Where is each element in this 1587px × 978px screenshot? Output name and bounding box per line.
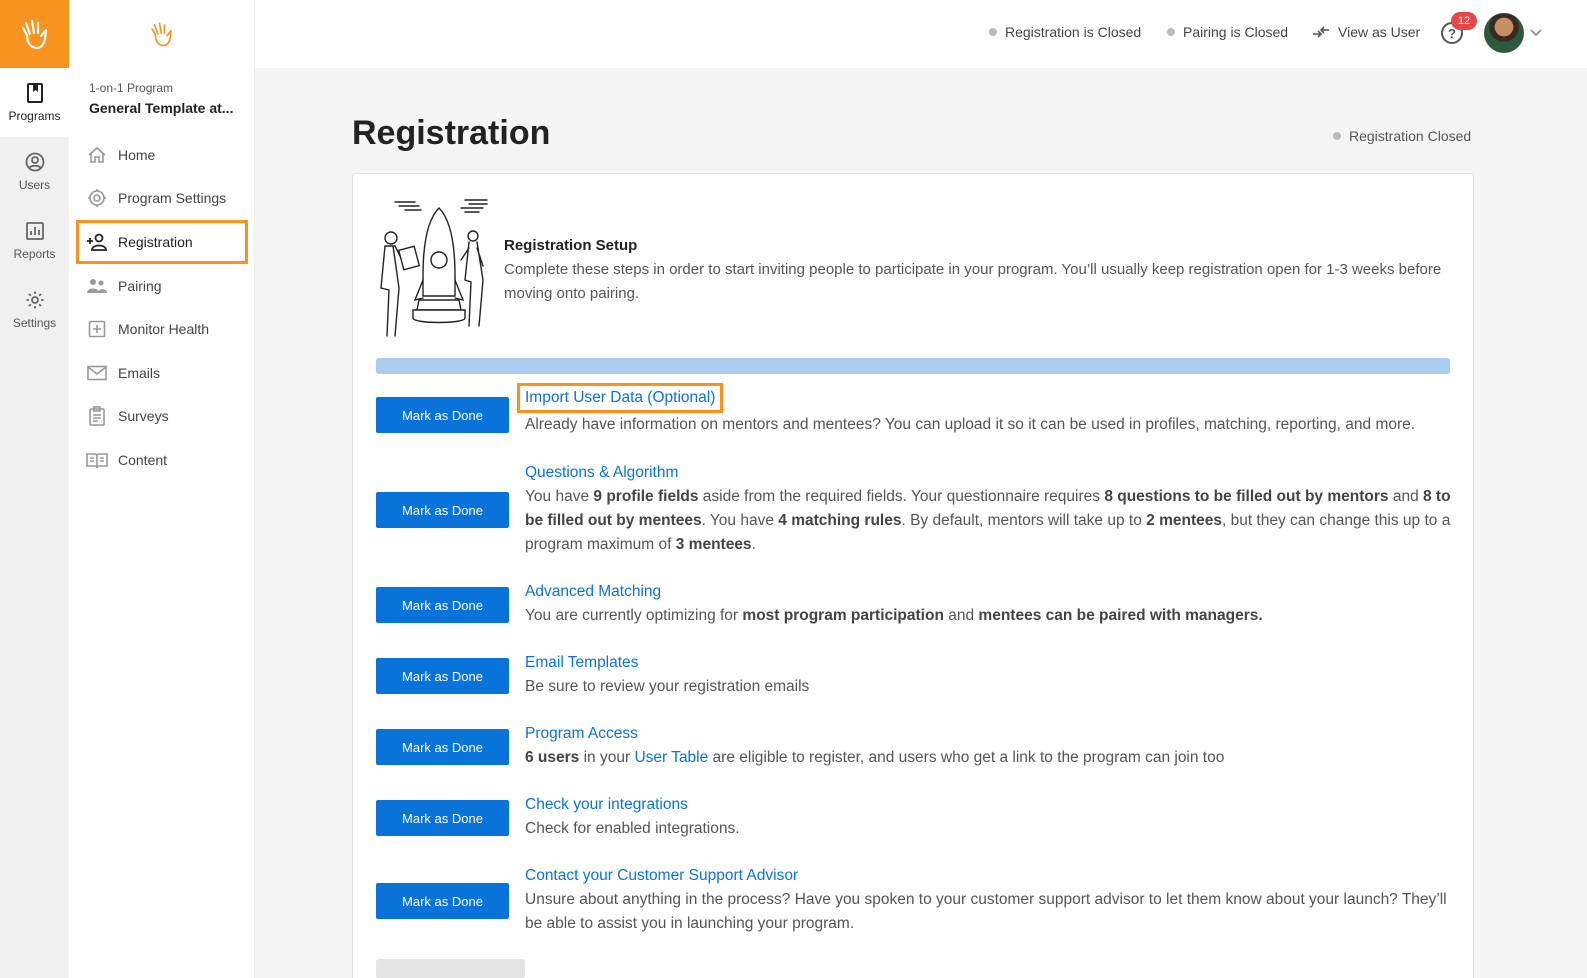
people-icon (86, 276, 108, 296)
chevron-down-icon[interactable] (1529, 24, 1543, 40)
mark-as-done-button[interactable]: Mark as Done (376, 658, 509, 694)
nav-item-surveys[interactable]: Surveys (76, 395, 248, 439)
nav-item-home[interactable]: Home (76, 133, 248, 177)
step-title-link[interactable]: Import User Data (Optional) (517, 383, 724, 413)
swap-arrows-icon (1313, 26, 1329, 38)
program-type: 1-on-1 Program (89, 81, 174, 95)
top-bar: Registration is Closed Pairing is Closed… (255, 0, 1587, 68)
home-icon (86, 145, 108, 165)
user-table-link[interactable]: User Table (634, 749, 708, 766)
status-dot (1333, 132, 1341, 140)
status-dot (1167, 28, 1175, 36)
registration-status: Registration is Closed (989, 24, 1141, 40)
mark-as-done-button[interactable]: Mark as Done (376, 492, 509, 528)
page-title: Registration (352, 114, 551, 152)
step-title-link[interactable]: Advanced Matching (525, 580, 661, 604)
nav-item-emails[interactable]: Emails (76, 351, 248, 395)
mark-as-done-button[interactable]: Mark as Done (376, 587, 509, 623)
setup-title: Registration Setup (504, 237, 638, 254)
rail-programs-label: Programs (8, 108, 61, 123)
nav-item-registration[interactable]: Registration (76, 220, 248, 264)
step-body: Program Access 6 users in your User Tabl… (525, 722, 1455, 770)
step-body: Advanced Matching You are currently opti… (525, 580, 1455, 628)
nav-item-label: Surveys (118, 408, 169, 425)
app-rail: Programs Users Reports Settings (0, 0, 69, 978)
mark-as-done-button[interactable]: Mark as Done (376, 883, 509, 919)
nav-item-monitor-health[interactable]: Monitor Health (76, 307, 248, 351)
step-body: Questions & Algorithm You have 9 profile… (525, 461, 1455, 557)
add-user-icon (86, 232, 108, 252)
rail-reports[interactable]: Reports (0, 206, 69, 275)
notification-badge: 12 (1451, 12, 1477, 30)
nav-item-pairing[interactable]: Pairing (76, 264, 248, 308)
mark-as-done-button[interactable]: Mark as Done (376, 397, 509, 433)
progress-fill (376, 358, 1450, 374)
nav-item-label: Emails (118, 364, 161, 381)
step-description: You have 9 profile fields aside from the… (525, 488, 1451, 553)
step-description: Check for enabled integrations. (525, 820, 740, 837)
avatar[interactable] (1484, 13, 1524, 53)
nav-item-label: Pairing (118, 277, 162, 294)
step-description: You are currently optimizing for most pr… (525, 607, 1263, 624)
step-description: Unsure about anything in the process? Ha… (525, 891, 1447, 932)
step-description: 6 users in your User Table are eligible … (525, 749, 1225, 766)
step-title-link[interactable]: Contact your Customer Support Advisor (525, 864, 798, 888)
registration-status-text: Registration is Closed (1005, 24, 1142, 40)
gear-icon (86, 188, 108, 208)
nav-item-label: Content (118, 451, 168, 468)
app-logo[interactable] (0, 0, 69, 68)
page-status-text: Registration Closed (1349, 128, 1472, 144)
setup-progress-bar (376, 358, 1450, 374)
rocket-scientists-illustration (380, 199, 488, 337)
clipboard-icon (86, 406, 108, 427)
nav-item-label: Monitor Health (118, 321, 210, 338)
nav-item-label: Home (118, 146, 156, 163)
envelope-icon (86, 363, 108, 383)
status-dot (989, 28, 997, 36)
open-book-icon (86, 450, 108, 470)
nav-item-label: Registration (118, 233, 193, 250)
step-title-link[interactable]: Email Templates (525, 651, 638, 675)
mark-as-done-button[interactable]: Mark as Done (376, 800, 509, 836)
program-logo (69, 0, 254, 68)
pairing-status: Pairing is Closed (1167, 24, 1288, 40)
hand-wave-icon (150, 22, 172, 47)
program-nav: Home Program Settings Registration Pairi… (76, 133, 248, 482)
step-title-link[interactable]: Questions & Algorithm (525, 461, 678, 485)
rail-settings[interactable]: Settings (0, 275, 69, 344)
nav-item-content[interactable]: Content (76, 438, 248, 482)
program-name[interactable]: General Template at... (89, 100, 239, 116)
rail-reports-label: Reports (13, 246, 56, 261)
view-as-user-label: View as User (1338, 24, 1421, 40)
rail-settings-label: Settings (12, 315, 57, 330)
nav-item-label: Program Settings (118, 190, 227, 207)
pairing-status-text: Pairing is Closed (1183, 24, 1289, 40)
program-sidebar: 1-on-1 Program General Template at... Ho… (69, 0, 255, 978)
setup-description: Complete these steps in order to start i… (504, 261, 1442, 302)
page-status-badge: Registration Closed (1333, 128, 1471, 144)
nav-item-program-settings[interactable]: Program Settings (76, 177, 248, 221)
registration-setup-card: Registration Setup Complete these steps … (352, 173, 1474, 978)
open-registration-button[interactable] (376, 959, 525, 978)
rail-programs[interactable]: Programs (0, 68, 69, 137)
plus-square-icon (86, 319, 108, 339)
step-body: Check your integrations Check for enable… (525, 793, 1455, 841)
step-body: Contact your Customer Support Advisor Un… (525, 864, 1455, 936)
book-icon (26, 82, 43, 103)
gear-icon (26, 291, 43, 308)
hand-wave-icon (21, 19, 47, 50)
step-body: Email Templates Be sure to review your r… (525, 651, 1455, 699)
view-as-user-button[interactable]: View as User (1312, 24, 1420, 40)
bar-chart-icon (25, 221, 44, 240)
rail-users[interactable]: Users (0, 137, 69, 206)
step-description: Be sure to review your registration emai… (525, 678, 810, 695)
rail-users-label: Users (18, 177, 51, 192)
mark-as-done-button[interactable]: Mark as Done (376, 729, 509, 765)
user-circle-icon (25, 152, 44, 171)
step-title-link[interactable]: Program Access (525, 722, 638, 746)
step-title-link[interactable]: Check your integrations (525, 793, 688, 817)
step-body: Import User Data (Optional) Already have… (517, 383, 1455, 437)
step-description: Already have information on mentors and … (525, 416, 1416, 433)
